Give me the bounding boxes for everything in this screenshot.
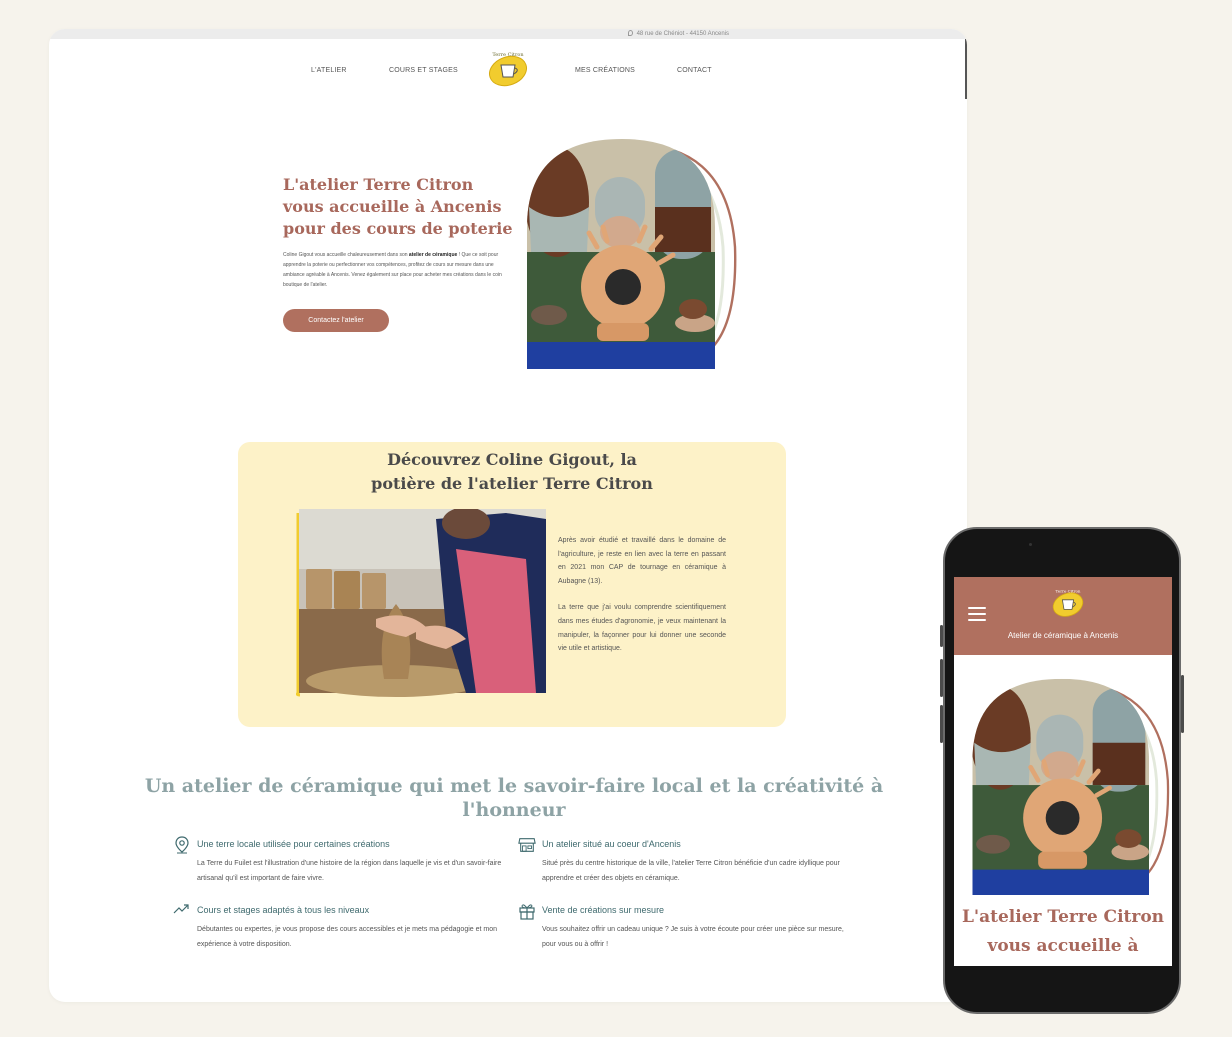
shop-icon bbox=[518, 838, 536, 852]
feature-text: La Terre du Fuilet est l'illustration d'… bbox=[197, 860, 502, 882]
hamburger-menu-icon[interactable] bbox=[968, 607, 986, 621]
nav-contact[interactable]: CONTACT bbox=[677, 67, 712, 74]
mobile-header: Terre Citron Atelier de céramique à Ance… bbox=[954, 577, 1172, 655]
feature-text: Débutantes ou expertes, je vous propose … bbox=[197, 926, 498, 948]
nav-cours-et-stages[interactable]: COURS ET STAGES bbox=[389, 67, 458, 74]
contact-atelier-button[interactable]: Contactez l'atelier bbox=[283, 309, 389, 332]
location-icon bbox=[627, 30, 633, 37]
about-title: Découvrez Coline Gigout, la potière de l'… bbox=[371, 450, 653, 493]
logo-lemon-icon[interactable]: Terre Citron bbox=[486, 49, 530, 89]
phone-volume-up-button bbox=[940, 659, 943, 697]
feature-title: Vente de créations sur mesure bbox=[542, 905, 665, 915]
about-text: Après avoir étudié et travaillé dans le … bbox=[558, 534, 726, 656]
about-coline-card: Découvrez Coline Gigout, la potière de l'… bbox=[238, 442, 786, 727]
logo-lemon-icon[interactable]: Terre Citron bbox=[1049, 587, 1087, 619]
hero-paragraph: Coline Gigout vous accueille chaleureuse… bbox=[283, 252, 502, 288]
potter-at-wheel-image bbox=[296, 509, 546, 697]
mobile-hero-title: L'atelier Terre Citron vous accueille à bbox=[961, 907, 1165, 956]
feature-text: Vous souhaitez offrir un cadeau unique ?… bbox=[542, 926, 844, 948]
map-pin-icon bbox=[175, 836, 189, 854]
phone-mute-button bbox=[940, 625, 943, 647]
top-info-bar: 48 rue de Chéniot - 44150 Ancenis bbox=[49, 29, 967, 39]
about-paragraph-1: Après avoir étudié et travaillé dans le … bbox=[558, 537, 726, 585]
svg-text:Terre Citron: Terre Citron bbox=[1055, 589, 1080, 594]
desktop-mockup: 48 rue de Chéniot - 44150 Ancenis L'ATEL… bbox=[49, 29, 967, 1002]
mobile-screen: Terre Citron Atelier de céramique à Ance… bbox=[954, 577, 1172, 966]
feature-title: Une terre locale utilisée pour certaines… bbox=[197, 839, 390, 849]
address-text: 48 rue de Chéniot - 44150 Ancenis bbox=[636, 31, 729, 37]
phone-camera bbox=[1029, 543, 1032, 546]
phone-mockup: Terre Citron Atelier de céramique à Ance… bbox=[940, 527, 1184, 1014]
gift-icon bbox=[519, 904, 535, 920]
mobile-hero-pottery-image bbox=[972, 678, 1170, 895]
svg-text:Terre Citron: Terre Citron bbox=[492, 52, 524, 58]
main-nav: L'ATELIER COURS ET STAGES Terre Citron M… bbox=[49, 39, 967, 99]
hero-pottery-image bbox=[527, 139, 737, 369]
trend-up-icon bbox=[173, 904, 189, 914]
feature-title: Un atelier situé au coeur d'Ancenis bbox=[542, 839, 681, 849]
features-title: Un atelier de céramique qui met le savoi… bbox=[144, 775, 884, 821]
feature-text: Situé près du centre historique de la vi… bbox=[542, 860, 840, 882]
about-paragraph-2: La terre que j'ai voulu comprendre scien… bbox=[558, 604, 726, 653]
phone-volume-down-button bbox=[940, 705, 943, 743]
phone-power-button bbox=[1181, 675, 1184, 733]
nav-mes-creations[interactable]: MES CRÉATIONS bbox=[575, 67, 635, 74]
nav-latelier[interactable]: L'ATELIER bbox=[311, 67, 347, 74]
feature-title: Cours et stages adaptés à tous les nivea… bbox=[197, 905, 370, 915]
mobile-tagline: Atelier de céramique à Ancenis bbox=[1007, 631, 1119, 640]
hero-title: L'atelier Terre Citron vous accueille à … bbox=[283, 175, 513, 238]
